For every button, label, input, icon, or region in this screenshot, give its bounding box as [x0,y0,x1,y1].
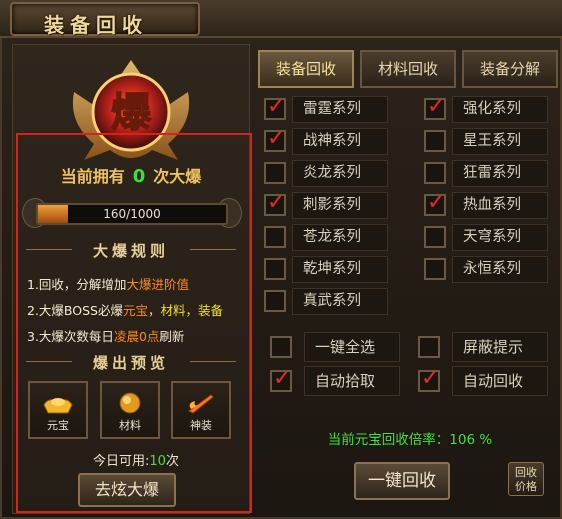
series-checkbox[interactable] [264,290,286,312]
series-checkbox[interactable] [264,258,286,280]
series-row[interactable]: 炎龙系列 [264,160,394,187]
flaming-sword-icon [188,394,214,414]
series-label: 热血系列 [452,192,548,219]
rule-line-2: 2.大爆BOSS必爆元宝，材料，装备 [27,303,224,318]
series-checkbox[interactable]: ✓ [424,94,446,120]
recycle-price-button[interactable]: 回收 价格 [508,462,544,496]
option-checkbox[interactable]: ✓ [418,366,440,392]
today-available: 今日可用:10次 [93,454,179,469]
series-row[interactable]: ✓ 战神系列 [264,128,394,155]
rules-title: 大爆规则 [20,240,242,261]
burst-count-line: 当前拥有 0 次大爆 [0,163,262,187]
check-icon: ✓ [273,366,292,391]
series-checkbox[interactable]: ✓ [264,94,286,120]
series-label: 炎龙系列 [292,160,388,187]
burst-progress-bar: 160/1000 [36,203,228,225]
option-checkbox[interactable]: ✓ [270,366,292,392]
option-checkbox[interactable] [270,336,292,358]
burst-count-suffix: 次大爆 [153,167,202,186]
drop-item-gear[interactable]: 神装 [171,381,231,439]
preview-title: 爆出预览 [20,352,242,373]
drop-label: 材料 [119,419,141,432]
tab-material-recycle[interactable]: 材料回收 [360,50,456,88]
option-label: 自动回收 [452,366,548,396]
series-label: 乾坤系列 [292,256,388,283]
emblem-char: 爆 [111,89,152,136]
series-label: 雷霆系列 [292,96,388,123]
series-checkbox[interactable] [264,226,286,248]
option-label: 自动拾取 [304,366,400,396]
window-title: 装备回收 [44,13,148,37]
recycle-rate: 当前元宝回收倍率：106 % [327,432,493,448]
check-icon: ✓ [421,366,440,391]
check-icon: ✓ [267,190,286,215]
series-row[interactable]: ✓ 雷霆系列 [264,96,394,123]
burst-count-prefix: 当前拥有 [60,167,125,186]
series-label: 强化系列 [452,96,548,123]
block-tips-option[interactable]: 屏蔽提示 [418,332,550,362]
rule-line-3: 3.大爆次数每日凌晨0点刷新 [27,329,185,344]
rule-line-1: 1.回收，分解增加大爆进阶值 [27,277,189,292]
option-checkbox[interactable] [418,336,440,358]
burst-count-value: 0 [132,166,146,187]
series-checkbox[interactable] [424,258,446,280]
series-label: 永恒系列 [452,256,548,283]
title-bar: 装备回收 [0,0,562,38]
drop-item-material[interactable]: 材料 [100,381,160,439]
check-icon: ✓ [267,94,286,119]
gold-ingot-icon [43,398,73,414]
auto-recycle-option[interactable]: ✓ 自动回收 [418,366,550,396]
series-label: 真武系列 [292,288,388,315]
series-row[interactable]: 真武系列 [264,288,394,315]
series-checkbox[interactable] [424,226,446,248]
series-label: 星王系列 [452,128,548,155]
select-all-option[interactable]: 一键全选 [270,332,402,362]
series-row[interactable]: 乾坤系列 [264,256,394,283]
check-icon: ✓ [427,190,446,215]
series-label: 狂雷系列 [452,160,548,187]
go-burst-button[interactable]: 去炫大爆 [78,473,176,507]
one-key-recycle-button[interactable]: 一键回收 [354,462,450,500]
option-label: 一键全选 [304,332,400,362]
drop-item-gold[interactable]: 元宝 [28,381,88,439]
series-row[interactable]: 永恒系列 [424,256,554,283]
material-orb-icon [119,392,141,414]
series-row[interactable]: ✓ 热血系列 [424,192,554,219]
series-checkbox[interactable]: ✓ [264,190,286,216]
option-label: 屏蔽提示 [452,332,548,362]
series-row[interactable]: ✓ 刺影系列 [264,192,394,219]
series-row[interactable]: 狂雷系列 [424,160,554,187]
series-checkbox[interactable] [424,162,446,184]
check-icon: ✓ [267,126,286,151]
series-checkbox[interactable] [424,130,446,152]
tab-equipment-recycle[interactable]: 装备回收 [258,50,354,88]
series-checkbox[interactable]: ✓ [424,190,446,216]
series-row[interactable]: ✓ 强化系列 [424,96,554,123]
title-plate: 装备回收 [10,2,200,37]
series-label: 战神系列 [292,128,388,155]
series-row[interactable]: 苍龙系列 [264,224,394,251]
series-checkbox[interactable] [264,162,286,184]
series-row[interactable]: 天穹系列 [424,224,554,251]
burst-emblem-icon: 爆 [72,60,190,160]
drop-label: 神装 [190,419,212,432]
series-label: 刺影系列 [292,192,388,219]
progress-text: 160/1000 [103,207,161,221]
series-label: 苍龙系列 [292,224,388,251]
series-checkbox[interactable]: ✓ [264,126,286,152]
series-label: 天穹系列 [452,224,548,251]
drop-label: 元宝 [47,419,69,432]
tab-equipment-dismantle[interactable]: 装备分解 [462,50,558,88]
check-icon: ✓ [427,94,446,119]
auto-pickup-option[interactable]: ✓ 自动拾取 [270,366,402,396]
series-row[interactable]: 星王系列 [424,128,554,155]
